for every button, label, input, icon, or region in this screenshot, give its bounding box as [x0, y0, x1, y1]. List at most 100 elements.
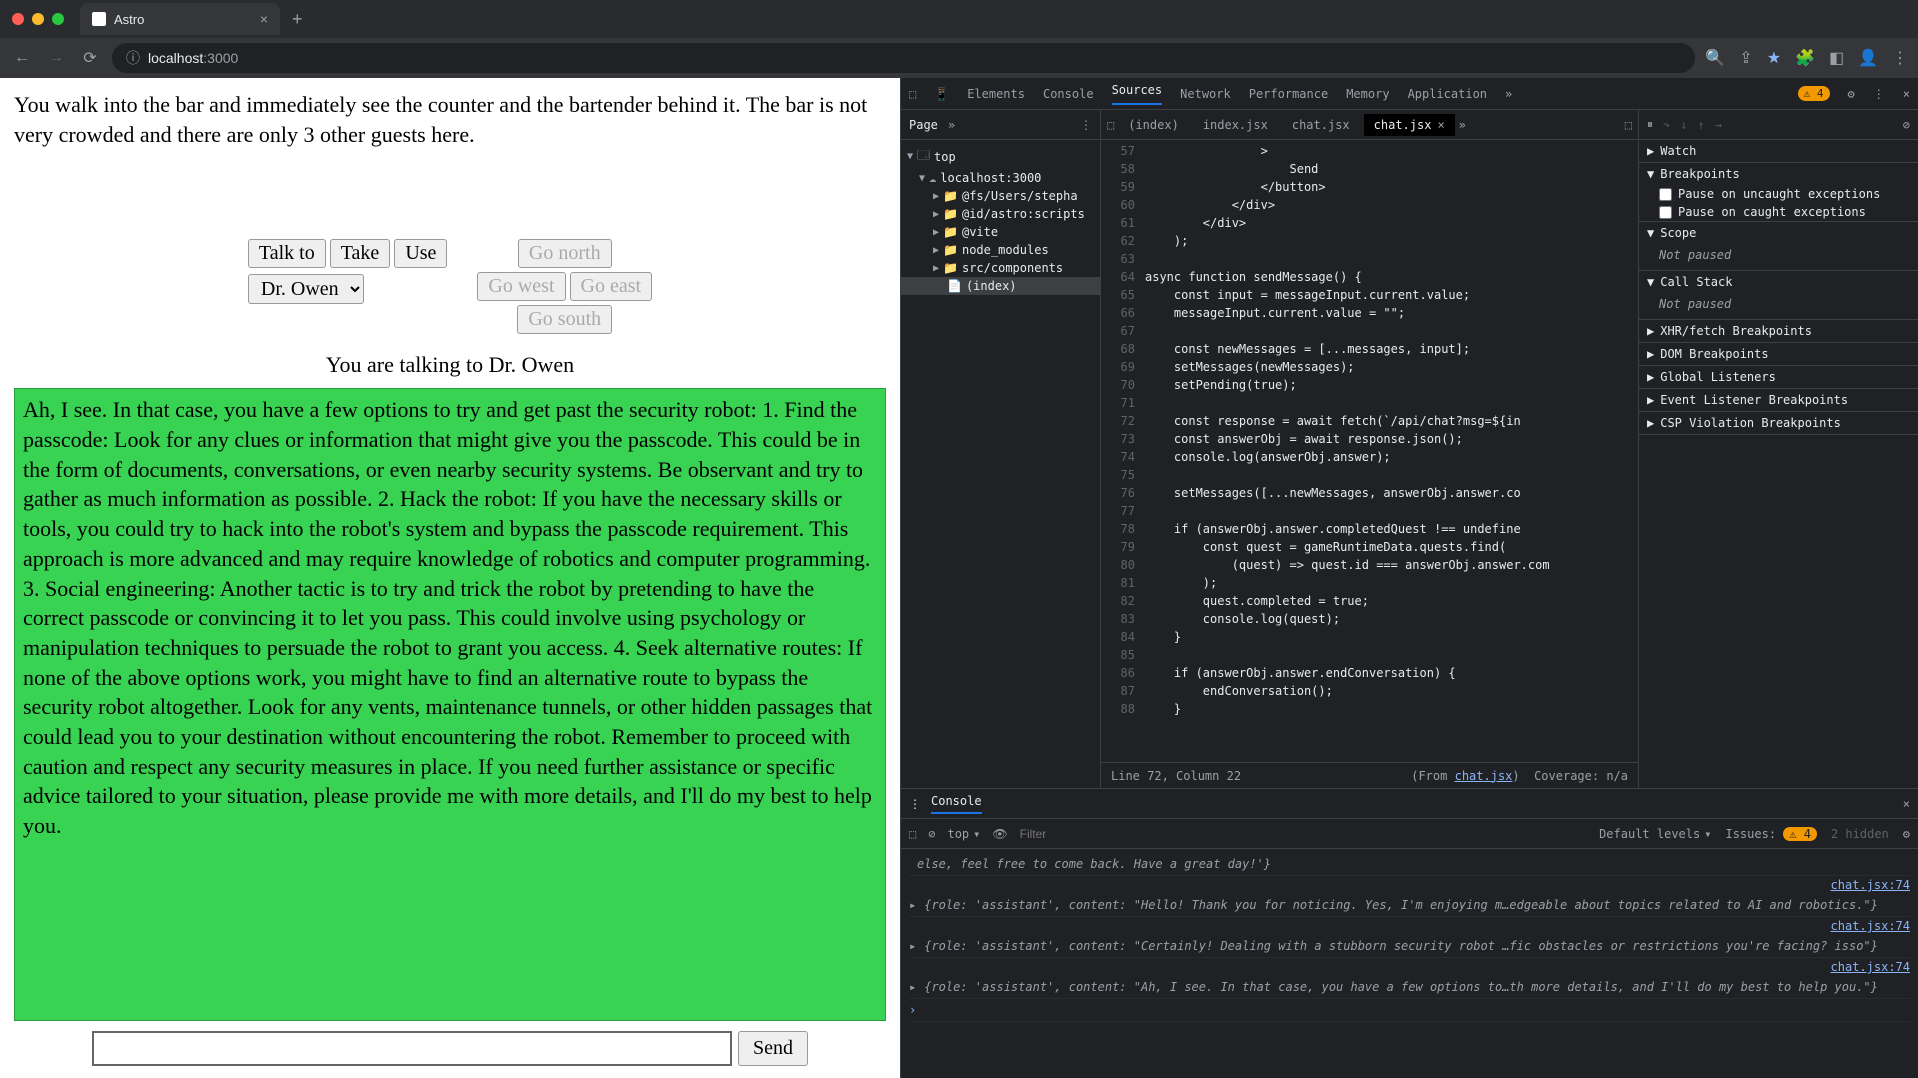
code-editor[interactable]: 57 >58 Send59 </button>60 </div>61 </div…	[1101, 140, 1638, 762]
tab-elements[interactable]: Elements	[967, 87, 1025, 101]
xhr-bp-section[interactable]: ▶XHR/fetch Breakpoints	[1639, 320, 1918, 342]
tab-application[interactable]: Application	[1408, 87, 1487, 101]
tree-folder[interactable]: @vite	[962, 225, 998, 239]
share-icon[interactable]: ⇪	[1739, 48, 1752, 68]
clear-console-icon[interactable]: ⊘	[928, 827, 935, 841]
devtools: ⬚ 📱 Elements Console Sources Network Per…	[900, 78, 1918, 1078]
file-tree[interactable]: ▼🗔top ▼☁localhost:3000 ▶📁@fs/Users/steph…	[901, 140, 1100, 788]
log-levels-select[interactable]: Default levels▾	[1599, 827, 1711, 841]
nav-menu-icon[interactable]: ⋮	[1080, 118, 1092, 132]
profile-icon[interactable]: 👤	[1858, 48, 1878, 68]
back-button[interactable]: ←	[10, 49, 34, 67]
sidepanel-icon[interactable]: ◧	[1829, 48, 1844, 68]
menu-icon[interactable]: ⋮	[1892, 48, 1908, 68]
console-log[interactable]: else, feel free to come back. Have a gre…	[901, 849, 1918, 1078]
drawer-menu-icon[interactable]: ⋮	[909, 797, 921, 811]
target-select[interactable]: Dr. Owen	[248, 274, 364, 304]
watch-section[interactable]: ▶Watch	[1639, 140, 1918, 162]
step-out-icon[interactable]: ↑	[1697, 118, 1704, 132]
breakpoints-section[interactable]: ▼Breakpoints	[1639, 163, 1918, 185]
close-window-icon[interactable]	[12, 13, 24, 25]
context-select[interactable]: top▾	[947, 827, 980, 841]
tree-folder[interactable]: src/components	[962, 261, 1063, 275]
go-west-button[interactable]: Go west	[477, 272, 565, 301]
take-button[interactable]: Take	[330, 239, 391, 268]
page-tab[interactable]: Page	[909, 118, 938, 132]
reload-button[interactable]: ⟳	[78, 48, 102, 68]
file-tab[interactable]: index.jsx	[1193, 114, 1278, 136]
deactivate-bp-icon[interactable]: ⊘	[1903, 118, 1910, 132]
csp-bp-section[interactable]: ▶CSP Violation Breakpoints	[1639, 412, 1918, 434]
step-over-icon[interactable]: ↷	[1663, 118, 1670, 132]
minimize-window-icon[interactable]	[32, 13, 44, 25]
tree-host[interactable]: localhost:3000	[940, 171, 1041, 185]
console-sidebar-icon[interactable]: ⬚	[909, 827, 916, 841]
toggle-sidebar-icon[interactable]: ⬚	[1625, 118, 1632, 132]
send-button[interactable]: Send	[738, 1031, 808, 1066]
file-tabs: ⬚ (index) index.jsx chat.jsx chat.jsx× »…	[1101, 110, 1638, 140]
extensions-icon[interactable]: 🧩	[1795, 48, 1815, 68]
tree-folder[interactable]: @fs/Users/stepha	[962, 189, 1078, 203]
npc-message: Ah, I see. In that case, you have a few …	[14, 388, 886, 1021]
console-filter[interactable]	[1020, 827, 1220, 841]
go-east-button[interactable]: Go east	[570, 272, 653, 301]
search-icon[interactable]: 🔍	[1705, 48, 1725, 68]
new-tab-button[interactable]: +	[280, 9, 315, 30]
console-tab[interactable]: Console	[931, 794, 982, 814]
issues-badge[interactable]: ⚠ 4	[1798, 86, 1830, 101]
address-bar[interactable]: ⓘ localhost:3000	[112, 43, 1695, 73]
close-drawer-icon[interactable]: ×	[1903, 797, 1910, 811]
issues-indicator[interactable]: Issues: ⚠ 4	[1725, 827, 1817, 841]
console-drawer: ⋮ Console × ⬚ ⊘ top▾ 👁 Default levels▾ I…	[901, 788, 1918, 1078]
scope-section[interactable]: ▼Scope	[1639, 222, 1918, 244]
forward-button[interactable]: →	[44, 49, 68, 67]
more-files-icon[interactable]: »	[1459, 118, 1466, 132]
live-expr-icon[interactable]: 👁	[992, 827, 1007, 841]
step-icon[interactable]: →	[1715, 118, 1722, 132]
file-tab-active[interactable]: chat.jsx×	[1364, 114, 1455, 136]
pause-uncaught-checkbox[interactable]	[1659, 188, 1672, 201]
global-listeners-section[interactable]: ▶Global Listeners	[1639, 366, 1918, 388]
tab-memory[interactable]: Memory	[1346, 87, 1389, 101]
tab-performance[interactable]: Performance	[1249, 87, 1328, 101]
file-tab[interactable]: (index)	[1118, 114, 1189, 136]
use-button[interactable]: Use	[394, 239, 447, 268]
tab-console[interactable]: Console	[1043, 87, 1094, 101]
tree-file[interactable]: (index)	[966, 279, 1017, 293]
settings-icon[interactable]: ⚙	[1848, 87, 1855, 101]
source-map-link[interactable]: chat.jsx	[1455, 769, 1513, 783]
tree-folder[interactable]: @id/astro:scripts	[962, 207, 1085, 221]
file-tab[interactable]: chat.jsx	[1282, 114, 1360, 136]
devtools-menu-icon[interactable]: ⋮	[1873, 87, 1885, 101]
browser-toolbar: ← → ⟳ ⓘ localhost:3000 🔍 ⇪ ★ 🧩 ◧ 👤 ⋮	[0, 38, 1918, 78]
device-toggle-icon[interactable]: 📱	[934, 87, 949, 101]
bookmark-icon[interactable]: ★	[1767, 48, 1781, 68]
browser-tab[interactable]: Astro ×	[80, 3, 280, 35]
close-tab-icon[interactable]: ×	[260, 11, 268, 27]
close-file-icon[interactable]: ×	[1437, 118, 1444, 132]
console-settings-icon[interactable]: ⚙	[1903, 827, 1910, 841]
site-info-icon[interactable]: ⓘ	[126, 48, 140, 68]
tab-network[interactable]: Network	[1180, 87, 1231, 101]
pause-icon[interactable]: ⏸	[1647, 117, 1653, 132]
inspect-icon[interactable]: ⬚	[909, 87, 916, 101]
more-nav-icon[interactable]: »	[948, 118, 955, 132]
pause-caught-checkbox[interactable]	[1659, 206, 1672, 219]
toggle-nav-icon[interactable]: ⬚	[1107, 118, 1114, 132]
event-bp-section[interactable]: ▶Event Listener Breakpoints	[1639, 389, 1918, 411]
tree-top[interactable]: top	[934, 150, 956, 164]
step-into-icon[interactable]: ↓	[1680, 118, 1687, 132]
tree-folder[interactable]: node_modules	[962, 243, 1049, 257]
devtools-close-icon[interactable]: ×	[1903, 87, 1910, 101]
dom-bp-section[interactable]: ▶DOM Breakpoints	[1639, 343, 1918, 365]
more-tabs-icon[interactable]: »	[1505, 87, 1512, 101]
tab-sources[interactable]: Sources	[1112, 83, 1163, 105]
callstack-section[interactable]: ▼Call Stack	[1639, 271, 1918, 293]
zoom-window-icon[interactable]	[52, 13, 64, 25]
chat-input[interactable]	[92, 1031, 732, 1066]
direction-pad: Go north Go west Go east Go south	[477, 239, 652, 334]
go-south-button[interactable]: Go south	[517, 305, 612, 334]
go-north-button[interactable]: Go north	[518, 239, 612, 268]
tab-title: Astro	[114, 12, 144, 27]
talk-to-button[interactable]: Talk to	[248, 239, 326, 268]
